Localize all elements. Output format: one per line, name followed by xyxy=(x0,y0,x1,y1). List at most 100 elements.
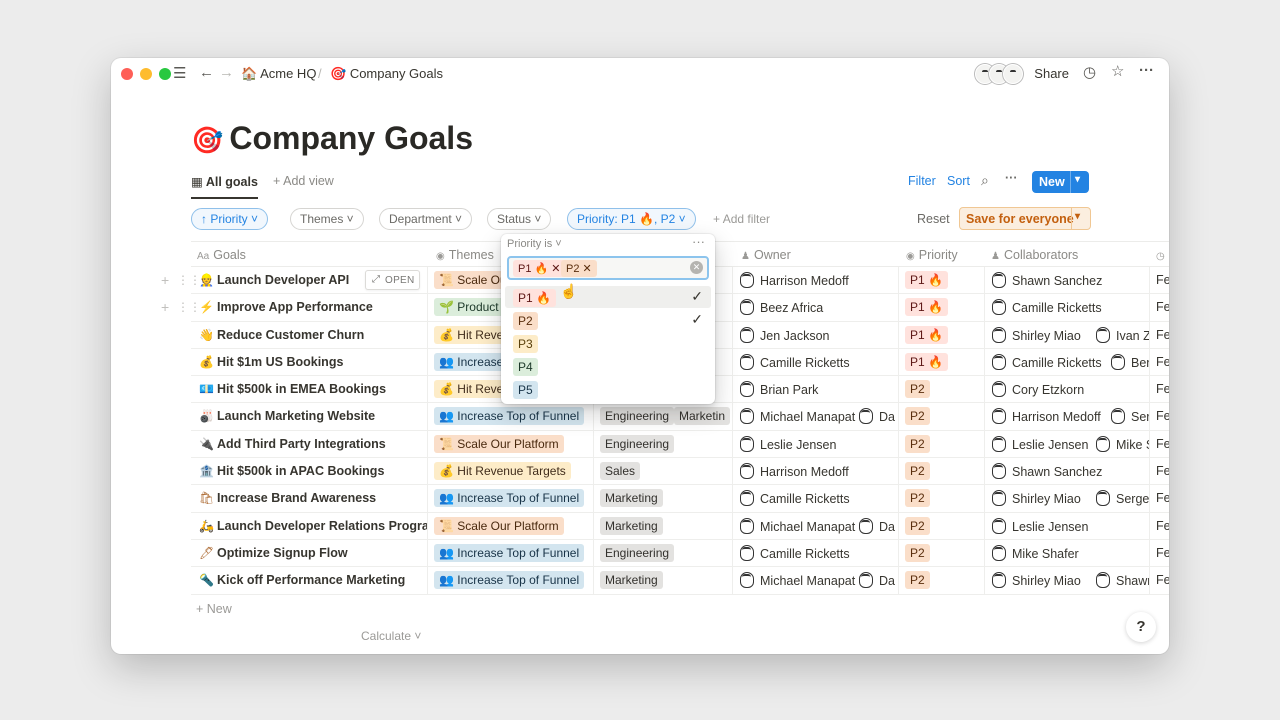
goal-cell[interactable]: 🎳 Launch Marketing Website xyxy=(191,403,428,430)
department-cell[interactable]: Engineering xyxy=(594,430,733,458)
date-cell[interactable]: Fe xyxy=(1150,458,1169,484)
theme-cell[interactable]: 👥 Increase Top of Funnel xyxy=(428,403,594,430)
column-header-priority[interactable]: ◉ Priority xyxy=(906,248,958,262)
owner-cell[interactable]: Michael Manapat Da xyxy=(733,567,899,594)
clear-icon[interactable]: ✕ xyxy=(690,261,703,274)
goal-title[interactable]: Improve App Performance xyxy=(217,300,373,314)
theme-cell[interactable]: 💰 Hit Revenue Targets xyxy=(428,458,594,485)
goal-cell[interactable]: 💶 Hit $500k in EMEA Bookings xyxy=(191,376,428,403)
collaborators-cell[interactable]: Leslie Jensen Mike S xyxy=(985,430,1150,458)
collaborators-cell[interactable]: Cory Etzkorn xyxy=(985,376,1150,403)
add-view-button[interactable]: + Add view xyxy=(273,174,334,188)
column-header-goals[interactable]: Aa Goals xyxy=(197,248,246,262)
theme-cell[interactable]: 📜 Scale Our Platform xyxy=(428,430,594,458)
priority-cell[interactable]: P2 xyxy=(899,403,985,430)
add-filter-button[interactable]: + Add filter xyxy=(713,212,770,226)
forward-arrow-icon[interactable]: → xyxy=(219,65,234,81)
calculate-button[interactable]: Calculate ˅ xyxy=(361,629,421,643)
goal-cell[interactable]: 👷 Launch Developer API ⤢ OPEN xyxy=(191,267,428,294)
owner-cell[interactable]: Jen Jackson xyxy=(733,321,899,348)
date-cell[interactable]: Fe xyxy=(1150,485,1169,511)
option-p3[interactable]: P3 xyxy=(505,332,711,354)
priority-cell[interactable]: P1 🔥 xyxy=(899,321,985,348)
option-p2[interactable]: P2 ✓ xyxy=(505,309,711,331)
goal-title[interactable]: Launch Marketing Website xyxy=(217,409,375,423)
collaborators-cell[interactable]: Camille Ricketts xyxy=(985,294,1150,321)
owner-cell[interactable]: Brian Park xyxy=(733,376,899,403)
new-button[interactable]: New ▾ xyxy=(1032,171,1089,193)
save-for-everyone-button[interactable]: Save for everyone ▾ xyxy=(959,207,1091,230)
open-row-button[interactable]: ⤢ OPEN xyxy=(365,270,420,290)
theme-cell[interactable]: 👥 Increase Top of Funnel xyxy=(428,485,594,512)
owner-cell[interactable]: Beez Africa xyxy=(733,294,899,321)
date-cell[interactable]: Fe xyxy=(1150,540,1169,566)
table-row[interactable]: 🖊 Optimize Signup Flow 👥 Increase Top of F… xyxy=(191,539,1169,568)
date-cell[interactable]: Fe xyxy=(1150,567,1169,593)
filter-button[interactable]: Filter xyxy=(908,174,936,188)
collaborators-cell[interactable]: Mike Shafer xyxy=(985,539,1150,567)
column-header-date[interactable]: ◷ xyxy=(1156,248,1169,262)
table-row[interactable]: 🔌 Add Third Party Integrations 📜 Scale Our… xyxy=(191,430,1169,459)
goal-title[interactable]: Launch Developer Relations Program xyxy=(217,519,427,533)
owner-cell[interactable]: Harrison Medoff xyxy=(733,267,899,294)
sort-button[interactable]: Sort xyxy=(947,174,970,188)
table-row[interactable]: 🎳 Launch Marketing Website 👥 Increase Top … xyxy=(191,403,1169,431)
share-button[interactable]: Share xyxy=(1034,66,1069,81)
owner-cell[interactable]: Michael Manapat Da xyxy=(733,512,899,539)
theme-cell[interactable]: 📜 Scale Our Platform xyxy=(428,512,594,539)
chevron-down-icon[interactable]: ▾ xyxy=(1075,211,1080,222)
reset-button[interactable]: Reset xyxy=(917,212,950,226)
priority-cell[interactable]: P1 🔥 xyxy=(899,348,985,376)
help-button[interactable]: ? xyxy=(1126,612,1156,642)
goal-title[interactable]: Reduce Customer Churn xyxy=(217,328,364,342)
sidebar-menu-icon[interactable]: ☰ xyxy=(173,66,186,82)
department-cell[interactable]: Marketing xyxy=(594,485,733,512)
priority-cell[interactable]: P2 xyxy=(899,430,985,458)
date-cell[interactable]: Fe xyxy=(1150,376,1169,402)
goal-cell[interactable]: ⚡ Improve App Performance xyxy=(191,294,428,321)
date-cell[interactable]: Fe xyxy=(1150,349,1169,375)
owner-cell[interactable]: Camille Ricketts xyxy=(733,539,899,567)
department-cell[interactable]: Engineering xyxy=(594,539,733,567)
owner-cell[interactable]: Harrison Medoff xyxy=(733,458,899,485)
new-row-button[interactable]: + New xyxy=(196,602,232,616)
search-icon[interactable]: ⌕ xyxy=(981,172,989,189)
priority-cell[interactable]: P1 🔥 xyxy=(899,294,985,321)
priority-cell[interactable]: P2 xyxy=(899,458,985,485)
themes-filter-pill[interactable]: Themes ˅ xyxy=(290,208,364,230)
priority-filter-pill[interactable]: Priority: P1 🔥, P2 ˅ xyxy=(567,208,696,230)
goal-title[interactable]: Kick off Performance Marketing xyxy=(217,573,405,587)
owner-cell[interactable]: Camille Ricketts xyxy=(733,348,899,376)
theme-cell[interactable]: 👥 Increase Top of Funnel xyxy=(428,539,594,567)
tab-all-goals[interactable]: ▦ All goals xyxy=(191,174,258,199)
priority-cell[interactable]: P2 xyxy=(899,539,985,567)
date-cell[interactable]: Fe xyxy=(1150,322,1169,348)
date-cell[interactable]: Fe xyxy=(1150,513,1169,539)
goal-cell[interactable]: 🔌 Add Third Party Integrations xyxy=(191,430,428,458)
more-options-icon[interactable]: ··· xyxy=(1139,63,1154,79)
chevron-down-icon[interactable]: ▾ xyxy=(1075,174,1080,185)
breadcrumb-page[interactable]: 🎯 Company Goals xyxy=(330,66,443,82)
filter-condition-selector[interactable]: Priority is ˅ xyxy=(507,238,562,250)
column-header-owner[interactable]: ♟ Owner xyxy=(741,248,791,262)
history-clock-icon[interactable]: ◷ xyxy=(1083,65,1096,81)
add-row-icon[interactable]: + xyxy=(161,299,169,315)
table-row[interactable]: 🏦 Hit $500k in APAC Bookings 💰 Hit Revenue… xyxy=(191,458,1169,486)
status-filter-pill[interactable]: Status ˅ xyxy=(487,208,552,230)
favorite-star-icon[interactable]: ☆ xyxy=(1111,64,1124,80)
collaborators-cell[interactable]: Shawn Sanchez xyxy=(985,267,1150,294)
owner-cell[interactable]: Camille Ricketts xyxy=(733,485,899,512)
goal-cell[interactable]: 👋 Reduce Customer Churn xyxy=(191,321,428,348)
close-window-button[interactable] xyxy=(121,68,133,80)
column-header-collaborators[interactable]: ♟ Collaborators xyxy=(991,248,1078,262)
goal-title[interactable]: Hit $500k in EMEA Bookings xyxy=(217,382,386,396)
date-cell[interactable]: Fe xyxy=(1150,267,1169,293)
goal-cell[interactable]: 🖊 Optimize Signup Flow xyxy=(191,539,428,567)
option-p1[interactable]: P1 🔥 ✓ xyxy=(505,286,711,308)
collaborators-cell[interactable]: Leslie Jensen xyxy=(985,512,1150,539)
collaborators-cell[interactable]: Shawn Sanchez xyxy=(985,458,1150,485)
collaborator-avatars[interactable] xyxy=(975,64,1023,84)
priority-filter-input[interactable]: P1 🔥 ✕ P2 ✕ ✕ xyxy=(507,256,709,280)
date-cell[interactable]: Fe xyxy=(1150,431,1169,457)
owner-cell[interactable]: Michael Manapat Da xyxy=(733,403,899,430)
